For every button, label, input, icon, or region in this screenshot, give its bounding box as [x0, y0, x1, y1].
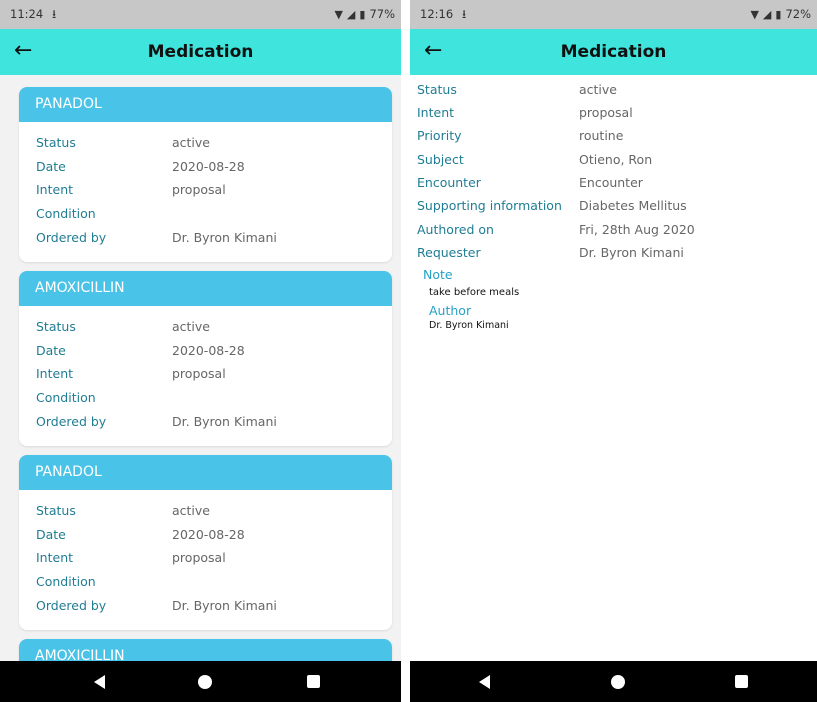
nav-back-icon[interactable] — [80, 661, 120, 702]
battery-percent: 72% — [785, 7, 811, 21]
status-label: Status — [36, 503, 76, 518]
signal-icon: ◢ — [346, 7, 356, 21]
medication-card[interactable]: PANADOL Status active Date 2020-08-28 Inte… — [19, 87, 392, 262]
medication-detail-screen: 12:16 ⭳ ▼ ◢ ▮ 72% ← Medication Status act… — [410, 0, 817, 702]
medication-details: Status active Intent proposal Priority rout… — [410, 75, 817, 661]
download-icon: ⭳ — [462, 7, 467, 21]
ordered-by-label: Ordered by — [36, 414, 107, 429]
condition-label: Condition — [36, 206, 96, 221]
detail-label: Requester — [417, 245, 481, 260]
ordered-by-label: Ordered by — [36, 598, 107, 613]
medication-card-body: Status active Date 2020-08-28 Intent propos… — [19, 122, 392, 262]
status-value: active — [172, 135, 210, 150]
detail-label: Status — [417, 82, 457, 97]
intent-value: proposal — [172, 550, 226, 565]
detail-label: Encounter — [417, 175, 481, 190]
navigation-bar — [410, 661, 817, 702]
condition-label: Condition — [36, 574, 96, 589]
detail-value: Diabetes Mellitus — [579, 198, 687, 213]
nav-home-icon[interactable] — [598, 661, 638, 702]
note-label: Note — [423, 267, 453, 282]
detail-value: active — [579, 82, 617, 97]
status-bar: 11:24 ⭳ ▼ ◢ ▮ 77% — [0, 0, 401, 29]
intent-label: Intent — [36, 182, 74, 197]
status-value: active — [172, 503, 210, 518]
ordered-by-label: Ordered by — [36, 230, 107, 245]
status-label: Status — [36, 135, 76, 150]
status-icons: ▼ ◢ ▮ 72% — [750, 7, 811, 21]
medication-card[interactable]: AMOXICILLIN Status active Date 2020-08-28 … — [19, 271, 392, 446]
detail-value: proposal — [579, 105, 633, 120]
status-label: Status — [36, 319, 76, 334]
detail-value: Encounter — [579, 175, 643, 190]
detail-value: Dr. Byron Kimani — [579, 245, 684, 260]
medication-card-body: Status active Date 2020-08-28 Intent propos… — [19, 490, 392, 630]
detail-label: Authored on — [417, 222, 494, 237]
date-value: 2020-08-28 — [172, 527, 245, 542]
date-label: Date — [36, 159, 66, 174]
medication-name[interactable]: AMOXICILLIN — [19, 639, 392, 661]
status-icons: ▼ ◢ ▮ 77% — [334, 7, 395, 21]
wifi-icon: ▼ — [750, 7, 759, 21]
condition-label: Condition — [36, 390, 96, 405]
nav-home-icon[interactable] — [185, 661, 225, 702]
detail-value: Fri, 28th Aug 2020 — [579, 222, 695, 237]
intent-value: proposal — [172, 182, 226, 197]
detail-label: Supporting information — [417, 198, 562, 213]
date-value: 2020-08-28 — [172, 159, 245, 174]
medication-name[interactable]: PANADOL — [19, 87, 392, 122]
navigation-bar — [0, 661, 401, 702]
battery-percent: 77% — [369, 7, 395, 21]
medication-name[interactable]: PANADOL — [19, 455, 392, 490]
status-time: 11:24 — [10, 7, 44, 21]
ordered-by-value: Dr. Byron Kimani — [172, 598, 277, 613]
app-bar: ← Medication — [0, 29, 401, 75]
detail-value: Otieno, Ron — [579, 152, 653, 167]
intent-label: Intent — [36, 550, 74, 565]
status-time: 12:16 — [420, 7, 454, 21]
detail-value: routine — [579, 128, 624, 143]
status-bar: 12:16 ⭳ ▼ ◢ ▮ 72% — [410, 0, 817, 29]
ordered-by-value: Dr. Byron Kimani — [172, 230, 277, 245]
wifi-icon: ▼ — [334, 7, 343, 21]
download-icon: ⭳ — [52, 7, 57, 21]
medication-name[interactable]: AMOXICILLIN — [19, 271, 392, 306]
note-text: take before meals — [429, 287, 520, 298]
medication-list[interactable]: PANADOL Status active Date 2020-08-28 Inte… — [0, 75, 401, 661]
detail-label: Subject — [417, 152, 464, 167]
page-title: Medication — [560, 42, 667, 62]
intent-label: Intent — [36, 366, 74, 381]
nav-recents-icon[interactable] — [294, 661, 334, 702]
date-label: Date — [36, 527, 66, 542]
medication-card-body: Status active Date 2020-08-28 Intent propos… — [19, 306, 392, 446]
status-value: active — [172, 319, 210, 334]
author-label: Author — [429, 303, 472, 318]
medication-card[interactable]: PANADOL Status active Date 2020-08-28 Inte… — [19, 455, 392, 630]
ordered-by-value: Dr. Byron Kimani — [172, 414, 277, 429]
nav-recents-icon[interactable] — [722, 661, 762, 702]
medication-list-screen: 11:24 ⭳ ▼ ◢ ▮ 77% ← Medication PANADOL S… — [0, 0, 401, 702]
nav-back-icon[interactable] — [465, 661, 505, 702]
medication-card[interactable]: AMOXICILLIN — [19, 639, 392, 661]
signal-icon: ◢ — [762, 7, 772, 21]
battery-icon: ▮ — [359, 7, 366, 21]
intent-value: proposal — [172, 366, 226, 381]
page-title: Medication — [147, 42, 254, 62]
detail-label: Intent — [417, 105, 455, 120]
battery-icon: ▮ — [775, 7, 782, 21]
app-bar: ← Medication — [410, 29, 817, 75]
author-name: Dr. Byron Kimani — [429, 320, 509, 331]
date-value: 2020-08-28 — [172, 343, 245, 358]
date-label: Date — [36, 343, 66, 358]
detail-label: Priority — [417, 128, 462, 143]
